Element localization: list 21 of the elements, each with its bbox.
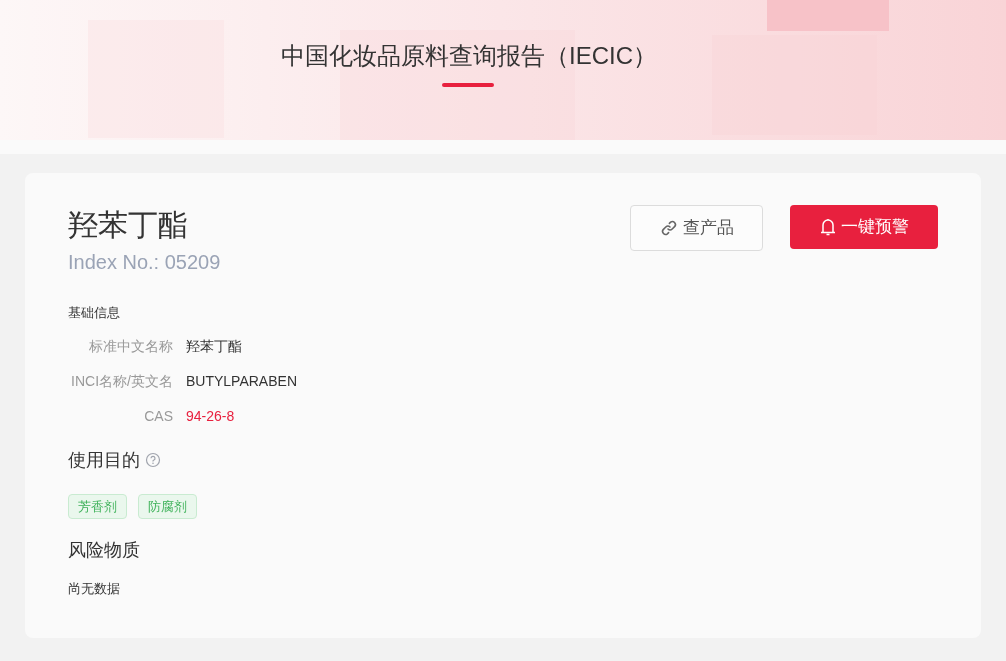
index-number: Index No.: 05209 <box>68 250 221 275</box>
field-label: INCI名称/英文名 <box>70 371 174 390</box>
field-label: CAS <box>143 406 174 425</box>
empty-text: 尚无数据 <box>68 579 121 598</box>
ingredient-name: 羟苯丁酯 <box>68 207 189 243</box>
link-icon <box>659 219 678 237</box>
products-button[interactable]: 查产品 <box>630 205 763 251</box>
bell-icon <box>819 217 837 237</box>
section-heading: 基础信息 <box>68 304 121 322</box>
alert-button[interactable]: 一键预警 <box>790 205 938 249</box>
section-heading: 使用目的 <box>68 448 140 472</box>
cas-link[interactable]: 94-26-8 <box>186 406 235 425</box>
section-heading: 风险物质 <box>68 538 141 562</box>
title-underline <box>442 83 494 87</box>
purpose-tag: 防腐剂 <box>138 493 197 519</box>
field-label: 标准中文名称 <box>88 336 174 355</box>
help-icon[interactable] <box>145 452 161 468</box>
field-value: 羟苯丁酯 <box>186 336 242 355</box>
purpose-tag: 芳香剂 <box>68 493 127 519</box>
field-value: BUTYLPARABEN <box>186 371 297 390</box>
page-title: 中国化妆品原料查询报告（IECIC） <box>281 41 657 71</box>
